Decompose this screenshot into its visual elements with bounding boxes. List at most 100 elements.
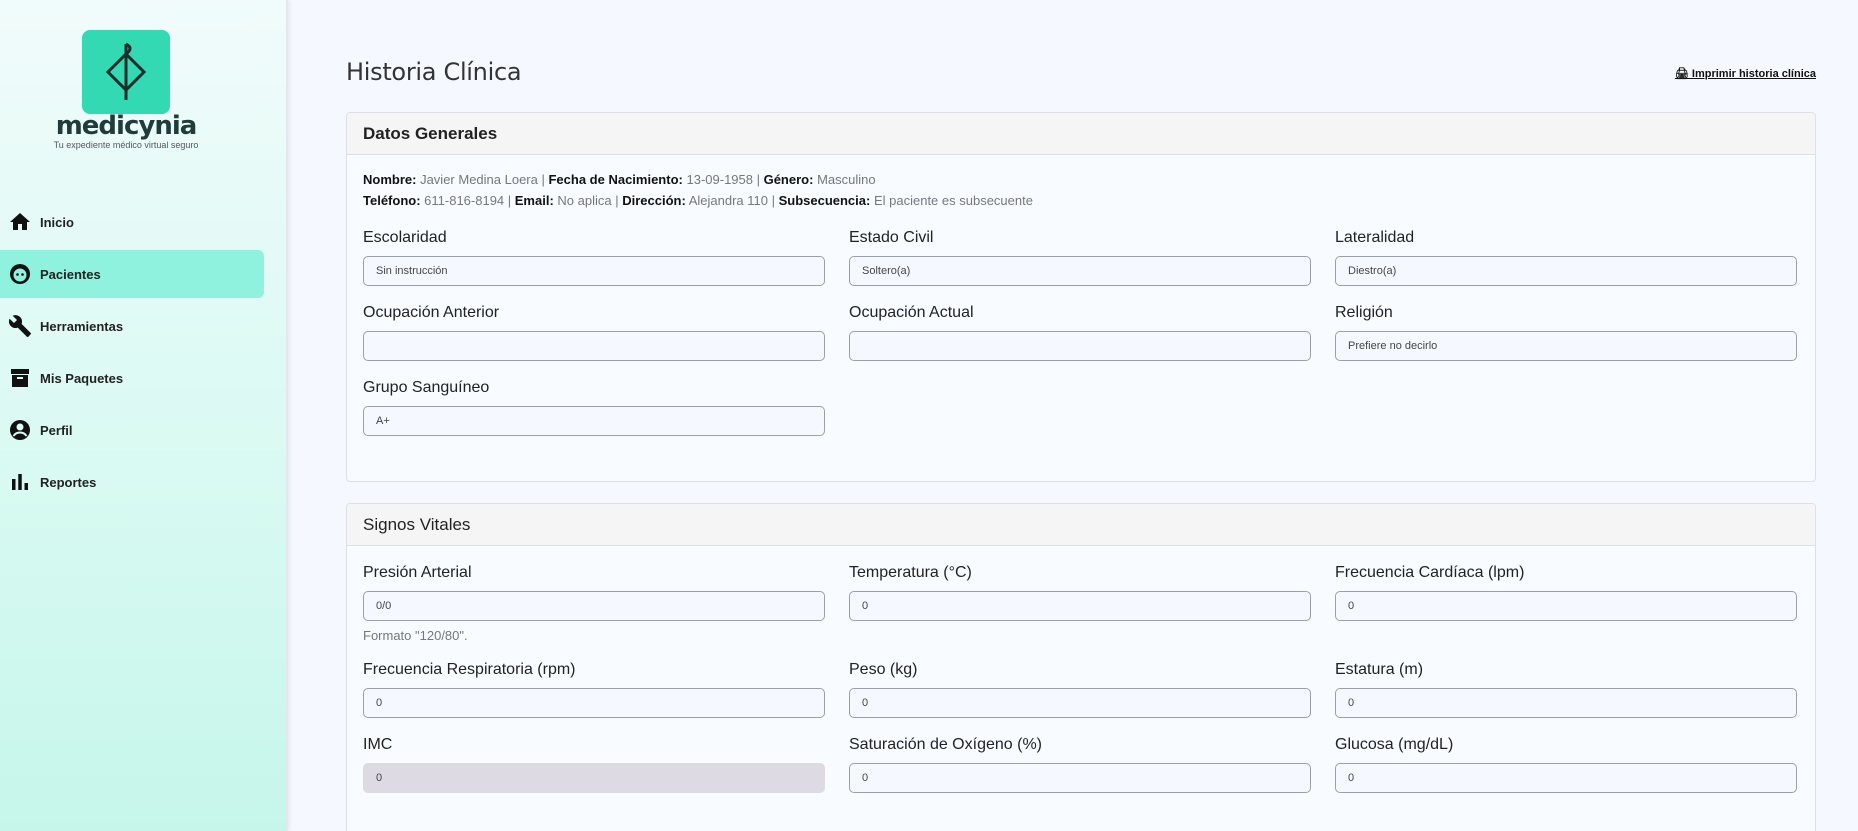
brand-logo[interactable]: medicynia Tu expediente médico virtual s… — [52, 30, 200, 150]
nav-item-herramientas[interactable]: Herramientas — [0, 302, 264, 350]
field-religion: Religión Prefiere no decirlo — [1335, 304, 1797, 361]
nav-item-pacientes[interactable]: Pacientes — [0, 250, 264, 298]
home-icon — [10, 213, 30, 230]
info-label: Fecha de Nacimiento: — [548, 172, 683, 187]
field-grupo-sanguineo: Grupo Sanguíneo A+ — [363, 379, 825, 436]
page-title: Historia Clínica — [346, 58, 522, 86]
patient-subsequence: El paciente es subsecuente — [873, 193, 1033, 208]
general-fields-grid: Escolaridad Sin instrucción Estado Civil… — [363, 211, 1799, 436]
nav-item-inicio[interactable]: Inicio — [0, 198, 264, 246]
field-temperatura: Temperatura (°C) 0 — [849, 564, 1311, 643]
patient-address: Alejandra 110 — [688, 193, 768, 208]
separator: | — [537, 172, 549, 187]
nav-item-label: Inicio — [40, 214, 74, 230]
field-glucosa: Glucosa (mg/dL) 0 — [1335, 736, 1797, 793]
nav-item-reportes[interactable]: Reportes — [0, 458, 264, 506]
saturacion-oxigeno-input[interactable]: 0 — [849, 763, 1311, 793]
card-title: Datos Generales — [347, 113, 1815, 155]
field-label: Peso (kg) — [849, 661, 918, 678]
logo-icon — [82, 30, 170, 114]
frecuencia-respiratoria-input[interactable]: 0 — [363, 688, 825, 718]
estatura-input[interactable]: 0 — [1335, 688, 1797, 718]
field-label: Grupo Sanguíneo — [363, 379, 490, 396]
main-nav: Inicio Pacientes Herramientas Mis Paquet… — [0, 198, 264, 510]
user-circle-icon — [10, 420, 30, 440]
info-label: Dirección: — [622, 193, 686, 208]
field-label: Temperatura (°C) — [849, 564, 972, 581]
field-saturacion-oxigeno: Saturación de Oxígeno (%) 0 — [849, 736, 1311, 793]
brand-name: medicynia — [55, 111, 198, 141]
estado-civil-select[interactable]: Soltero(a) — [849, 256, 1311, 286]
field-imc: IMC 0 — [363, 736, 825, 793]
field-label: IMC — [363, 736, 393, 753]
nav-item-mis-paquetes[interactable]: Mis Paquetes — [0, 354, 264, 402]
main-content: Historia Clínica 🖨 Imprimir historia clí… — [346, 0, 1816, 831]
frecuencia-cardiaca-input[interactable]: 0 — [1335, 591, 1797, 621]
presion-arterial-input[interactable]: 0/0 — [363, 591, 825, 621]
patient-info-line-1: Nombre: Javier Medina Loera | Fecha de N… — [363, 169, 1799, 190]
wrench-icon — [8, 315, 31, 337]
info-label: Nombre: — [363, 172, 417, 187]
patient-info-line-2: Teléfono: 611-816-8194 | Email: No aplic… — [363, 190, 1799, 211]
field-escolaridad: Escolaridad Sin instrucción — [363, 229, 825, 286]
field-ocupacion-actual: Ocupación Actual — [849, 304, 1311, 361]
field-estado-civil: Estado Civil Soltero(a) — [849, 229, 1311, 286]
field-label: Estatura (m) — [1335, 661, 1424, 678]
field-label: Escolaridad — [363, 229, 447, 246]
patient-email: No aplica — [557, 193, 612, 208]
religion-select[interactable]: Prefiere no decirlo — [1335, 331, 1797, 361]
field-label: Lateralidad — [1335, 229, 1415, 246]
sidebar: medicynia Tu expediente médico virtual s… — [0, 0, 288, 831]
field-label: Frecuencia Cardíaca (lpm) — [1335, 564, 1525, 581]
field-label: Saturación de Oxígeno (%) — [849, 736, 1042, 753]
vitals-fields-grid: Presión Arterial 0/0 Formato "120/80". T… — [363, 546, 1799, 793]
field-peso: Peso (kg) 0 — [849, 661, 1311, 718]
nav-item-label: Reportes — [40, 474, 97, 490]
peso-input[interactable]: 0 — [849, 688, 1311, 718]
patient-name: Javier Medina Loera — [420, 172, 538, 187]
field-lateralidad: Lateralidad Diestro(a) — [1335, 229, 1797, 286]
field-label: Ocupación Anterior — [363, 304, 500, 321]
brand-tagline: Tu expediente médico virtual seguro — [53, 140, 199, 150]
field-estatura: Estatura (m) 0 — [1335, 661, 1797, 718]
glucosa-input[interactable]: 0 — [1335, 763, 1797, 793]
temperatura-input[interactable]: 0 — [849, 591, 1311, 621]
field-label: Ocupación Actual — [849, 304, 974, 321]
nav-item-perfil[interactable]: Perfil — [0, 406, 264, 454]
nav-item-label: Pacientes — [40, 266, 101, 282]
field-frecuencia-cardiaca: Frecuencia Cardíaca (lpm) 0 — [1335, 564, 1797, 643]
field-frecuencia-respiratoria: Frecuencia Respiratoria (rpm) 0 — [363, 661, 825, 718]
info-label: Email: — [514, 193, 554, 208]
separator: | — [611, 193, 623, 208]
general-data-card: Datos Generales Nombre: Javier Medina Lo… — [346, 112, 1816, 482]
ocupacion-anterior-input[interactable] — [363, 331, 825, 361]
info-label: Género: — [763, 172, 814, 187]
grupo-sanguineo-select[interactable]: A+ — [363, 406, 825, 436]
separator: | — [767, 193, 779, 208]
print-history-link[interactable]: 🖨 Imprimir historia clínica — [1675, 67, 1816, 80]
nav-item-label: Mis Paquetes — [40, 370, 124, 386]
separator: | — [752, 172, 764, 187]
field-ocupacion-anterior: Ocupación Anterior — [363, 304, 825, 361]
bar-chart-icon — [12, 474, 28, 490]
lateralidad-select[interactable]: Diestro(a) — [1335, 256, 1797, 286]
field-label: Presión Arterial — [363, 564, 472, 581]
imc-input-readonly: 0 — [363, 763, 825, 793]
info-label: Subsecuencia: — [778, 193, 871, 208]
presion-format-help: Formato "120/80". — [363, 628, 468, 643]
card-title: Signos Vitales — [347, 504, 1815, 546]
field-label: Glucosa (mg/dL) — [1335, 736, 1454, 753]
nav-item-label: Perfil — [40, 422, 73, 438]
escolaridad-select[interactable]: Sin instrucción — [363, 256, 825, 286]
vital-signs-card: Signos Vitales Presión Arterial 0/0 Form… — [346, 503, 1816, 831]
field-label: Religión — [1335, 304, 1393, 321]
patient-birthdate: 13-09-1958 — [686, 172, 753, 187]
patient-face-icon — [10, 264, 30, 284]
ocupacion-actual-input[interactable] — [849, 331, 1311, 361]
field-label: Frecuencia Respiratoria (rpm) — [363, 661, 576, 678]
patient-phone: 611-816-8194 — [424, 193, 505, 208]
patient-gender: Masculino — [817, 172, 876, 187]
archive-box-icon — [11, 369, 29, 387]
field-label: Estado Civil — [849, 229, 934, 246]
nav-item-label: Herramientas — [40, 318, 124, 334]
